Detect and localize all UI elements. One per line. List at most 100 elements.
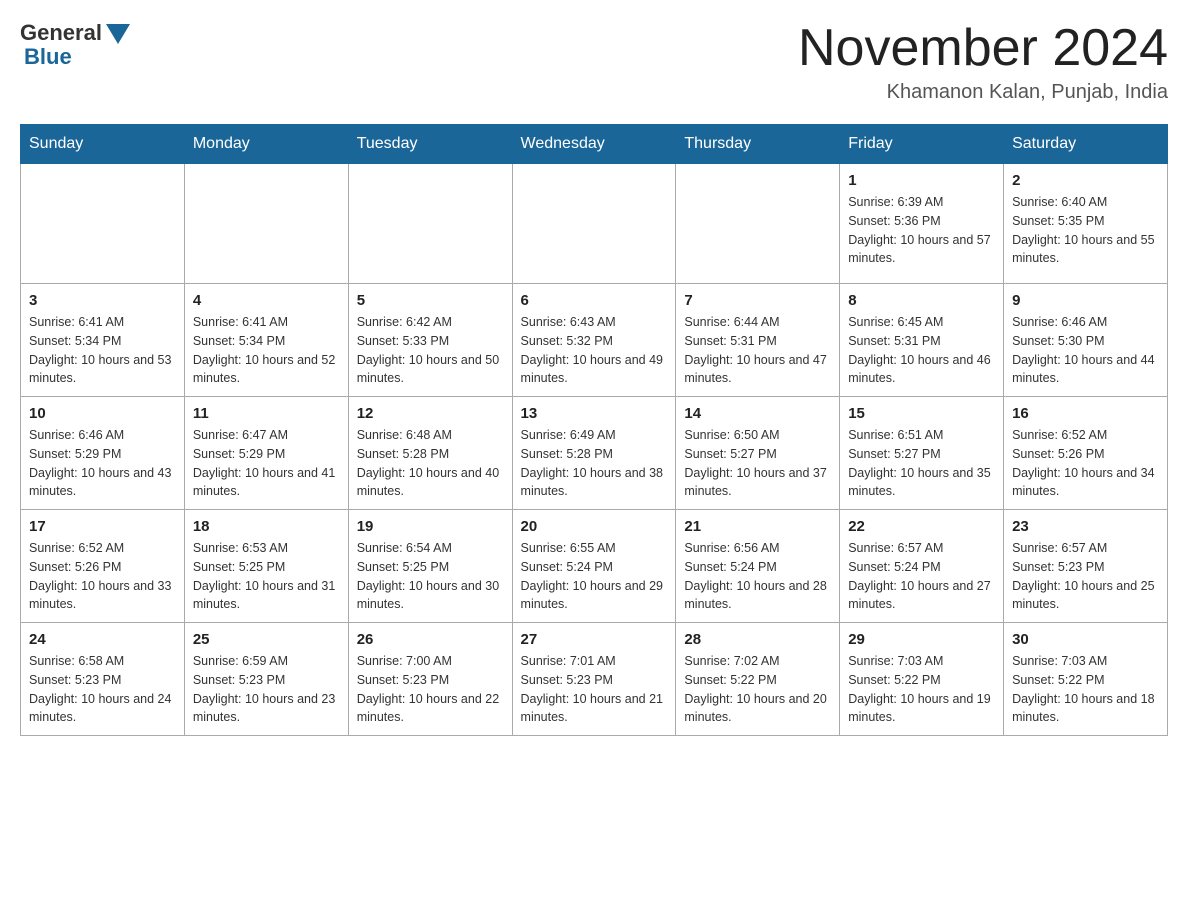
weekday-header-thursday: Thursday xyxy=(676,125,840,164)
weekday-header-saturday: Saturday xyxy=(1004,125,1168,164)
calendar-cell xyxy=(348,164,512,284)
calendar-cell: 29 Sunrise: 7:03 AM Sunset: 5:22 PM Dayli… xyxy=(840,623,1004,736)
logo-general-text: General xyxy=(20,20,102,46)
calendar-cell: 21 Sunrise: 6:56 AM Sunset: 5:24 PM Dayli… xyxy=(676,510,840,623)
weekday-header-wednesday: Wednesday xyxy=(512,125,676,164)
calendar-cell: 27 Sunrise: 7:01 AM Sunset: 5:23 PM Dayli… xyxy=(512,623,676,736)
day-info: Sunrise: 6:50 AM Sunset: 5:27 PM Dayligh… xyxy=(684,426,831,501)
calendar-week-row: 10Sunrise: 6:46 AM Sunset: 5:29 PM Dayli… xyxy=(21,397,1168,510)
calendar-cell: 28 Sunrise: 7:02 AM Sunset: 5:22 PM Dayli… xyxy=(676,623,840,736)
day-number: 6 xyxy=(521,292,668,309)
title-block: November 2024 Khamanon Kalan, Punjab, In… xyxy=(798,20,1168,104)
calendar-table: SundayMondayTuesdayWednesdayThursdayFrid… xyxy=(20,124,1168,736)
day-info: Sunrise: 6:52 AM Sunset: 5:26 PM Dayligh… xyxy=(1012,426,1159,501)
day-number: 17 xyxy=(29,518,176,535)
day-info: Sunrise: 6:48 AM Sunset: 5:28 PM Dayligh… xyxy=(357,426,504,501)
day-info: Sunrise: 6:57 AM Sunset: 5:23 PM Dayligh… xyxy=(1012,539,1159,614)
calendar-cell: 1 Sunrise: 6:39 AM Sunset: 5:36 PM Daylig… xyxy=(840,164,1004,284)
day-info: Sunrise: 6:42 AM Sunset: 5:33 PM Dayligh… xyxy=(357,313,504,388)
logo-blue-text: Blue xyxy=(20,44,72,70)
day-number: 15 xyxy=(848,405,995,422)
calendar-cell: 24Sunrise: 6:58 AM Sunset: 5:23 PM Dayli… xyxy=(21,623,185,736)
calendar-cell xyxy=(512,164,676,284)
day-info: Sunrise: 6:59 AM Sunset: 5:23 PM Dayligh… xyxy=(193,652,340,727)
day-info: Sunrise: 6:40 AM Sunset: 5:35 PM Dayligh… xyxy=(1012,193,1159,268)
day-number: 8 xyxy=(848,292,995,309)
day-number: 10 xyxy=(29,405,176,422)
day-info: Sunrise: 6:55 AM Sunset: 5:24 PM Dayligh… xyxy=(521,539,668,614)
calendar-cell: 30Sunrise: 7:03 AM Sunset: 5:22 PM Dayli… xyxy=(1004,623,1168,736)
logo-triangle-icon xyxy=(106,24,130,44)
calendar-week-row: 3 Sunrise: 6:41 AM Sunset: 5:34 PM Daylig… xyxy=(21,284,1168,397)
calendar-cell: 19Sunrise: 6:54 AM Sunset: 5:25 PM Dayli… xyxy=(348,510,512,623)
calendar-cell: 12Sunrise: 6:48 AM Sunset: 5:28 PM Dayli… xyxy=(348,397,512,510)
calendar-cell: 18Sunrise: 6:53 AM Sunset: 5:25 PM Dayli… xyxy=(184,510,348,623)
day-info: Sunrise: 6:44 AM Sunset: 5:31 PM Dayligh… xyxy=(684,313,831,388)
calendar-cell: 15 Sunrise: 6:51 AM Sunset: 5:27 PM Dayli… xyxy=(840,397,1004,510)
day-info: Sunrise: 6:56 AM Sunset: 5:24 PM Dayligh… xyxy=(684,539,831,614)
calendar-cell xyxy=(676,164,840,284)
day-number: 28 xyxy=(684,631,831,648)
day-info: Sunrise: 7:01 AM Sunset: 5:23 PM Dayligh… xyxy=(521,652,668,727)
day-number: 2 xyxy=(1012,172,1159,189)
day-number: 26 xyxy=(357,631,504,648)
day-number: 9 xyxy=(1012,292,1159,309)
calendar-cell: 14 Sunrise: 6:50 AM Sunset: 5:27 PM Dayli… xyxy=(676,397,840,510)
calendar-cell: 5 Sunrise: 6:42 AM Sunset: 5:33 PM Daylig… xyxy=(348,284,512,397)
day-info: Sunrise: 6:51 AM Sunset: 5:27 PM Dayligh… xyxy=(848,426,995,501)
month-title: November 2024 xyxy=(798,20,1168,77)
calendar-cell: 25 Sunrise: 6:59 AM Sunset: 5:23 PM Dayli… xyxy=(184,623,348,736)
calendar-cell: 2 Sunrise: 6:40 AM Sunset: 5:35 PM Daylig… xyxy=(1004,164,1168,284)
day-number: 11 xyxy=(193,405,340,422)
day-number: 4 xyxy=(193,292,340,309)
calendar-cell: 13 Sunrise: 6:49 AM Sunset: 5:28 PM Dayli… xyxy=(512,397,676,510)
day-number: 27 xyxy=(521,631,668,648)
day-number: 21 xyxy=(684,518,831,535)
day-number: 18 xyxy=(193,518,340,535)
calendar-cell: 9 Sunrise: 6:46 AM Sunset: 5:30 PM Daylig… xyxy=(1004,284,1168,397)
day-info: Sunrise: 6:43 AM Sunset: 5:32 PM Dayligh… xyxy=(521,313,668,388)
day-info: Sunrise: 6:39 AM Sunset: 5:36 PM Dayligh… xyxy=(848,193,995,268)
day-info: Sunrise: 7:03 AM Sunset: 5:22 PM Dayligh… xyxy=(848,652,995,727)
day-number: 20 xyxy=(521,518,668,535)
calendar-cell: 20 Sunrise: 6:55 AM Sunset: 5:24 PM Dayli… xyxy=(512,510,676,623)
day-number: 3 xyxy=(29,292,176,309)
day-number: 24 xyxy=(29,631,176,648)
calendar-cell xyxy=(184,164,348,284)
day-info: Sunrise: 6:46 AM Sunset: 5:30 PM Dayligh… xyxy=(1012,313,1159,388)
calendar-week-row: 1 Sunrise: 6:39 AM Sunset: 5:36 PM Daylig… xyxy=(21,164,1168,284)
day-number: 30 xyxy=(1012,631,1159,648)
weekday-header-sunday: Sunday xyxy=(21,125,185,164)
calendar-cell: 17Sunrise: 6:52 AM Sunset: 5:26 PM Dayli… xyxy=(21,510,185,623)
day-number: 7 xyxy=(684,292,831,309)
location-text: Khamanon Kalan, Punjab, India xyxy=(798,81,1168,104)
calendar-cell: 23Sunrise: 6:57 AM Sunset: 5:23 PM Dayli… xyxy=(1004,510,1168,623)
logo: General Blue xyxy=(20,20,130,70)
day-info: Sunrise: 6:41 AM Sunset: 5:34 PM Dayligh… xyxy=(29,313,176,388)
calendar-cell: 7 Sunrise: 6:44 AM Sunset: 5:31 PM Daylig… xyxy=(676,284,840,397)
calendar-cell: 22Sunrise: 6:57 AM Sunset: 5:24 PM Dayli… xyxy=(840,510,1004,623)
day-number: 13 xyxy=(521,405,668,422)
day-number: 16 xyxy=(1012,405,1159,422)
calendar-cell: 4Sunrise: 6:41 AM Sunset: 5:34 PM Daylig… xyxy=(184,284,348,397)
calendar-cell: 16 Sunrise: 6:52 AM Sunset: 5:26 PM Dayli… xyxy=(1004,397,1168,510)
day-info: Sunrise: 6:49 AM Sunset: 5:28 PM Dayligh… xyxy=(521,426,668,501)
calendar-cell xyxy=(21,164,185,284)
day-number: 25 xyxy=(193,631,340,648)
page-header: General Blue November 2024 Khamanon Kala… xyxy=(20,20,1168,104)
calendar-cell: 11 Sunrise: 6:47 AM Sunset: 5:29 PM Dayli… xyxy=(184,397,348,510)
day-info: Sunrise: 6:47 AM Sunset: 5:29 PM Dayligh… xyxy=(193,426,340,501)
weekday-header-monday: Monday xyxy=(184,125,348,164)
calendar-cell: 6 Sunrise: 6:43 AM Sunset: 5:32 PM Daylig… xyxy=(512,284,676,397)
day-number: 1 xyxy=(848,172,995,189)
day-info: Sunrise: 7:00 AM Sunset: 5:23 PM Dayligh… xyxy=(357,652,504,727)
day-number: 29 xyxy=(848,631,995,648)
calendar-cell: 26 Sunrise: 7:00 AM Sunset: 5:23 PM Dayli… xyxy=(348,623,512,736)
day-number: 14 xyxy=(684,405,831,422)
weekday-header-tuesday: Tuesday xyxy=(348,125,512,164)
day-number: 19 xyxy=(357,518,504,535)
calendar-cell: 8 Sunrise: 6:45 AM Sunset: 5:31 PM Daylig… xyxy=(840,284,1004,397)
day-number: 5 xyxy=(357,292,504,309)
day-info: Sunrise: 6:45 AM Sunset: 5:31 PM Dayligh… xyxy=(848,313,995,388)
day-info: Sunrise: 7:02 AM Sunset: 5:22 PM Dayligh… xyxy=(684,652,831,727)
